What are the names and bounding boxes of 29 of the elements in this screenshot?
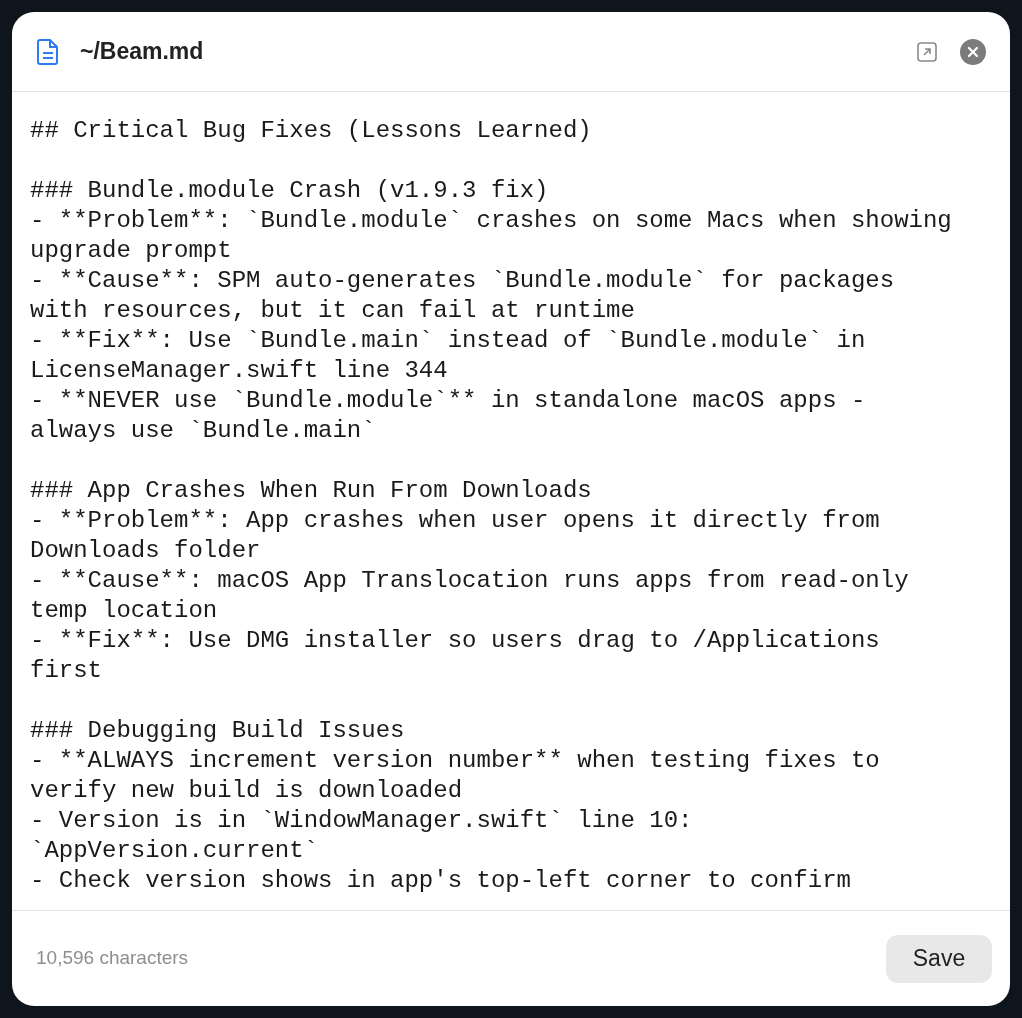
text-line: `AppVersion.current`: [30, 836, 319, 866]
text-line: ## Critical Bug Fixes (Lessons Learned): [30, 116, 592, 146]
text-line: - Version is in `WindowManager.swift` line 10:: [30, 806, 693, 836]
text-line: - **Fix**: Use `Bundle.main` instead of `Bundle.module` in: [30, 326, 866, 356]
text-line: ### Bundle.module Crash (v1.9.3 fix): [30, 176, 549, 206]
open-external-icon[interactable]: [916, 40, 938, 63]
window-title: ~/Beam.md: [80, 37, 204, 67]
text-line: LicenseManager.swift line 344: [30, 356, 448, 386]
text-line: verify new build is downloaded: [30, 776, 463, 806]
text-line: ### App Crashes When Run From Downloads: [30, 476, 592, 506]
text-line: - **Cause**: SPM auto-generates `Bundle.module` for packages: [30, 266, 895, 296]
text-line: - **Problem**: App crashes when user opens it directly from: [30, 506, 880, 536]
close-icon[interactable]: [960, 38, 986, 65]
text-line: Downloads folder: [30, 536, 261, 566]
text-line: with resources, but it can fail at runtime: [30, 296, 635, 326]
text-line: ### Debugging Build Issues: [30, 716, 405, 746]
document-icon: [36, 37, 60, 66]
save-button[interactable]: Save: [886, 934, 992, 983]
text-line: temp location: [30, 596, 218, 626]
text-line: first: [30, 656, 102, 686]
text-line: always use `Bundle.main`: [30, 416, 376, 446]
text-line: - **ALWAYS increment version number** when testing fixes to: [30, 746, 880, 776]
text-line: - **Problem**: `Bundle.module` crashes on some Macs when showing: [30, 206, 952, 236]
character-count: 10,596 characters: [36, 946, 189, 971]
text-line: - **Fix**: Use DMG installer so users drag to /Applications: [30, 626, 880, 656]
text-line: - **NEVER use `Bundle.module`** in standalone macOS apps -: [30, 386, 866, 416]
text-line: - Check version shows in app's top-left corner to confirm: [30, 866, 851, 896]
text-line: upgrade prompt: [30, 236, 232, 266]
text-line: - **Cause**: macOS App Translocation runs apps from read-only: [30, 566, 909, 596]
